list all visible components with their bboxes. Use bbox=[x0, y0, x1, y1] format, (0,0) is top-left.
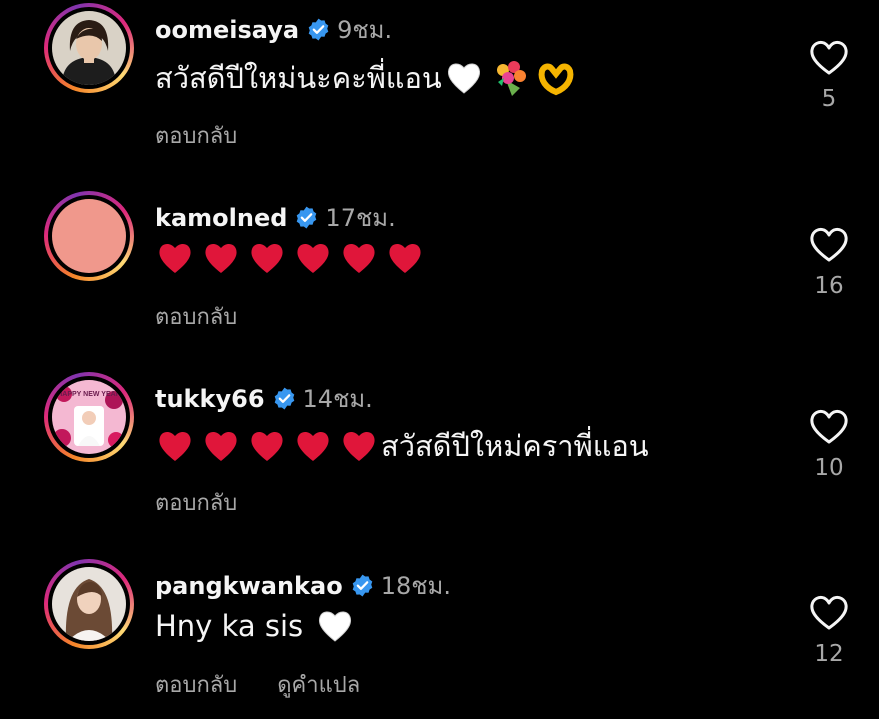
reply-button[interactable]: ตอบกลับ bbox=[155, 667, 237, 702]
comment-text: Hny ka sis bbox=[155, 609, 304, 643]
comment-text-row: สวัสดีปีใหม่นะคะพี่แอน bbox=[155, 55, 582, 101]
comment-username[interactable]: kamolned bbox=[155, 204, 287, 232]
avatar[interactable]: HAPPY NEW YEAR bbox=[44, 372, 134, 462]
red-heart-icon bbox=[201, 426, 241, 466]
comment-text-row: Hny ka sis bbox=[155, 606, 361, 646]
comment-text: สวัสดีปีใหม่คราพี่แอน bbox=[381, 429, 649, 463]
avatar-photo bbox=[52, 11, 126, 85]
verified-badge-icon bbox=[306, 17, 331, 42]
like-count: 12 bbox=[814, 641, 844, 667]
avatar-photo bbox=[52, 567, 126, 641]
red-heart-icon bbox=[155, 426, 195, 466]
red-heart-icon bbox=[385, 238, 425, 278]
comment-text-row: สวัสดีปีใหม่คราพี่แอน bbox=[155, 423, 649, 469]
verified-badge-icon bbox=[294, 205, 319, 230]
red-heart-icon bbox=[339, 426, 379, 466]
red-heart-icon bbox=[201, 238, 241, 278]
white-heart-icon bbox=[444, 58, 484, 98]
comment-username[interactable]: oomeisaya bbox=[155, 16, 299, 44]
avatar[interactable] bbox=[44, 3, 134, 93]
heart-outline-icon[interactable] bbox=[809, 40, 849, 76]
verified-badge-icon bbox=[272, 386, 297, 411]
verified-badge-icon bbox=[350, 573, 375, 598]
comment-text-row bbox=[155, 238, 431, 278]
avatar-badge-text: HAPPY NEW YEAR bbox=[57, 391, 121, 398]
red-heart-icon bbox=[247, 238, 287, 278]
heart-outline-icon[interactable] bbox=[809, 409, 849, 445]
like-count: 10 bbox=[814, 455, 844, 481]
like-count: 16 bbox=[814, 273, 844, 299]
comment-timestamp: 17ชม. bbox=[325, 204, 396, 232]
comment-timestamp: 14ชม. bbox=[302, 385, 373, 413]
heart-hands-icon bbox=[536, 58, 576, 98]
white-heart-icon bbox=[315, 606, 355, 646]
bouquet-icon bbox=[490, 58, 530, 98]
comment-text: สวัสดีปีใหม่นะคะพี่แอน bbox=[155, 61, 442, 95]
avatar-photo: HAPPY NEW YEAR bbox=[52, 380, 126, 454]
like-count: 5 bbox=[821, 86, 837, 112]
red-heart-icon bbox=[155, 238, 195, 278]
reply-button[interactable]: ตอบกลับ bbox=[155, 299, 237, 334]
red-heart-icon bbox=[339, 238, 379, 278]
red-heart-icon bbox=[247, 426, 287, 466]
heart-outline-icon[interactable] bbox=[809, 595, 849, 631]
reply-button[interactable]: ตอบกลับ bbox=[155, 485, 237, 520]
red-heart-icon bbox=[293, 238, 333, 278]
avatar[interactable] bbox=[44, 559, 134, 649]
comment-timestamp: 18ชม. bbox=[380, 572, 451, 600]
comment-username[interactable]: pangkwankao bbox=[155, 572, 343, 600]
red-heart-icon bbox=[293, 426, 333, 466]
avatar[interactable] bbox=[44, 191, 134, 281]
heart-outline-icon[interactable] bbox=[809, 227, 849, 263]
avatar-photo bbox=[52, 199, 126, 273]
see-translation-button[interactable]: ดูคำแปล bbox=[277, 667, 360, 702]
comment-timestamp: 9ชม. bbox=[337, 16, 393, 44]
comment-username[interactable]: tukky66 bbox=[155, 385, 265, 413]
reply-button[interactable]: ตอบกลับ bbox=[155, 118, 237, 153]
